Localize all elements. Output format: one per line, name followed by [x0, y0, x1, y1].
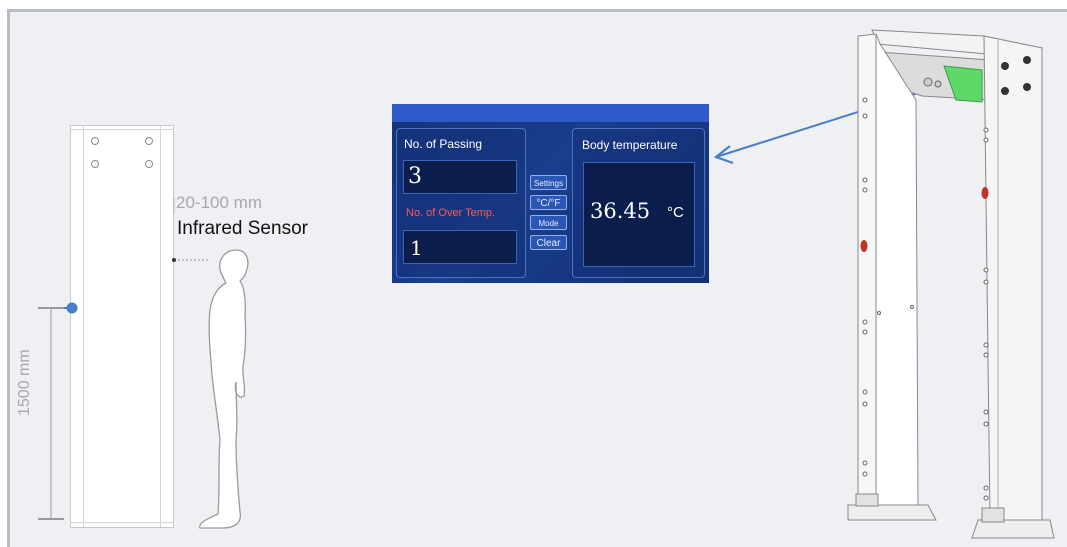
- gate-left-pillar-side: [857, 33, 877, 506]
- gate-right-base: [971, 519, 1055, 539]
- walkthrough-gate-illustration: [847, 29, 1055, 539]
- gate-right-pillar: [983, 35, 1043, 521]
- left-indicator-light: [860, 240, 868, 252]
- right-indicator-light: [981, 187, 989, 199]
- gate-left-base: [847, 504, 937, 521]
- gate-left-pillar-face: [875, 33, 919, 506]
